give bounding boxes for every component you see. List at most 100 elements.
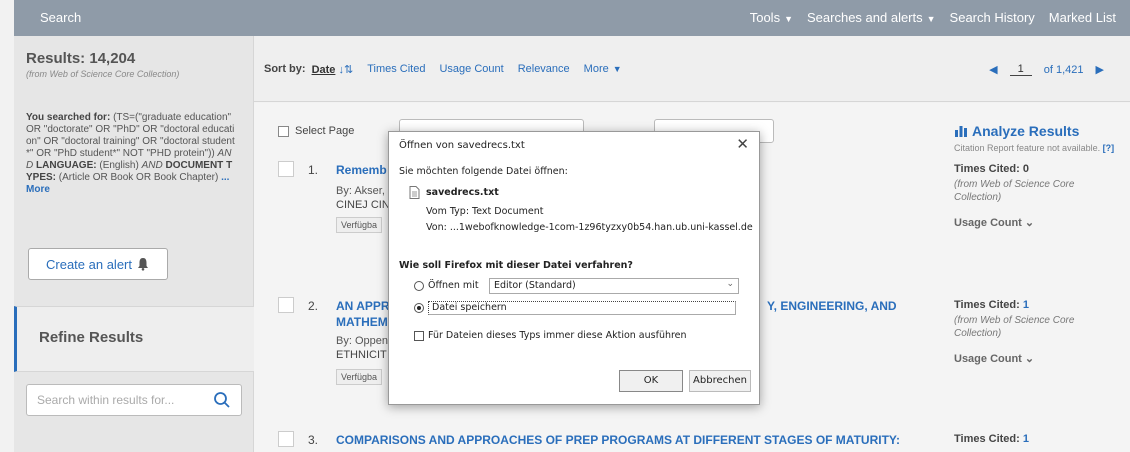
chevron-down-icon: ⌄ (1024, 353, 1035, 365)
times-cited-value: 0 (1022, 163, 1029, 175)
help-link[interactable]: [?] (1103, 143, 1115, 153)
record-title-tail[interactable]: Y, ENGINEERING, AND (767, 299, 897, 313)
sort-usage[interactable]: Usage Count (439, 63, 503, 76)
sort-desc-icon: ↓⇅ (338, 64, 354, 76)
page-total: of 1,421 (1043, 63, 1084, 76)
nav-searches-label: Searches and alerts (807, 10, 923, 25)
nav-tools-label: Tools (749, 10, 781, 25)
caret-down-icon: ▼ (612, 64, 622, 74)
nav-tools[interactable]: Tools ▼ (750, 10, 793, 25)
search-query-summary: You searched for: (TS=("graduate educati… (26, 112, 236, 196)
caret-down-icon: ▼ (784, 14, 793, 24)
pager: ◀ 1 of 1,421 ▶ (989, 63, 1104, 76)
application-selected: Editor (Standard) (494, 280, 576, 291)
sort-label: Sort by: (264, 63, 306, 75)
download-dialog: Öffnen von savedrecs.txt ✕ Sie möchten f… (388, 131, 760, 405)
nav-search[interactable]: Search (40, 10, 81, 25)
times-cited-label: Times Cited: (954, 163, 1020, 175)
search-within-input[interactable]: Search within results for... (26, 384, 242, 416)
save-file-label: Datei speichern (428, 301, 736, 315)
always-action-label: Für Dateien dieses Typs immer diese Akti… (428, 330, 687, 341)
chevron-down-icon: ⌄ (726, 279, 734, 289)
usage-count-toggle[interactable]: Usage Count ⌄ (954, 352, 1124, 365)
record-title[interactable]: Rememb (336, 163, 387, 177)
times-cited-label: Times Cited: (954, 299, 1020, 311)
times-cited-label: Times Cited: (954, 433, 1020, 445)
search-icon[interactable] (213, 391, 231, 409)
record-metrics: Times Cited: 0 (from Web of Science Core… (954, 163, 1124, 229)
open-with-option[interactable]: Öffnen mit (414, 280, 479, 291)
availability-button[interactable]: Verfügba (336, 217, 383, 233)
search-within-placeholder: Search within results for... (37, 393, 175, 407)
sidebar: Results: 14,204 (from Web of Science Cor… (14, 36, 254, 452)
record-number: 2. (308, 299, 319, 313)
nav-marked-list[interactable]: Marked List (1049, 10, 1116, 25)
times-cited-source: (from Web of Science Core Collection) (954, 179, 1075, 203)
close-icon[interactable]: ✕ (736, 135, 749, 153)
file-type: Vom Typ: Text Document (426, 206, 544, 217)
file-source: Von: ...1webofknowledge-1com-1z96tyzxy0b… (426, 222, 753, 233)
create-alert-button[interactable]: Create an alert (28, 248, 168, 280)
results-count: Results: 14,204 (26, 50, 136, 67)
analyze-results: Analyze Results Citation Report feature … (954, 123, 1124, 154)
nav-search-history[interactable]: Search History (950, 10, 1035, 25)
file-name: savedrecs.txt (426, 187, 499, 198)
times-cited-source: (from Web of Science Core Collection) (954, 315, 1075, 339)
save-file-radio[interactable] (414, 303, 424, 313)
save-file-option[interactable]: Datei speichern (414, 301, 736, 315)
sort-times-cited[interactable]: Times Cited (367, 63, 425, 76)
language-value: (English) (99, 160, 139, 171)
dialog-question: Wie soll Firefox mit dieser Datei verfah… (399, 260, 633, 271)
language-label: LANGUAGE: (36, 160, 97, 171)
page-input[interactable]: 1 (1009, 63, 1032, 76)
refine-results[interactable]: Refine Results (14, 306, 254, 372)
file-info: savedrecs.txt (409, 186, 499, 199)
refine-label: Refine Results (39, 329, 144, 346)
bar-chart-icon (955, 126, 967, 137)
dialog-prompt: Sie möchten folgende Datei öffnen: (399, 166, 568, 177)
record-authors: By: Akser, (336, 185, 385, 197)
cancel-button[interactable]: Abbrechen (689, 370, 751, 392)
open-with-radio[interactable] (414, 280, 424, 291)
record-checkbox[interactable] (278, 161, 294, 177)
times-cited-value[interactable]: 1 (1023, 433, 1029, 445)
sort-more-label: More (583, 63, 609, 75)
record-source: ETHNICIT (336, 349, 387, 361)
analyze-results-link[interactable]: Analyze Results (954, 123, 1124, 139)
record-source: CINEJ CIN (336, 199, 390, 211)
record-number: 1. (308, 163, 319, 177)
usage-count-label: Usage Count (954, 353, 1022, 365)
record-metrics: Times Cited: 1 (from Web of Science Core… (954, 299, 1124, 365)
usage-count-label: Usage Count (954, 217, 1022, 229)
select-page-checkbox[interactable] (278, 125, 289, 137)
sort-more[interactable]: More ▼ (584, 63, 622, 76)
next-page-icon[interactable]: ▶ (1096, 63, 1104, 76)
chevron-down-icon: ⌄ (1024, 217, 1035, 229)
document-icon (409, 186, 420, 199)
and-operator: AND (141, 160, 163, 171)
availability-button[interactable]: Verfügba (336, 369, 383, 385)
record-metrics: Times Cited: 1 (954, 433, 1124, 445)
always-action-checkbox[interactable] (414, 330, 424, 341)
application-select[interactable]: Editor (Standard) ⌄ (489, 278, 739, 294)
sort-relevance[interactable]: Relevance (518, 63, 570, 76)
analyze-note: Citation Report feature not available. (954, 143, 1101, 153)
usage-count-toggle[interactable]: Usage Count ⌄ (954, 216, 1124, 229)
create-alert-label: Create an alert (46, 256, 132, 272)
sort-date-label: Date (311, 64, 336, 76)
bell-icon (138, 258, 148, 271)
nav-searches-alerts[interactable]: Searches and alerts ▼ (807, 10, 936, 25)
searched-label: You searched for: (26, 112, 111, 123)
record-checkbox[interactable] (278, 431, 294, 447)
record-authors: By: Oppen (336, 335, 388, 347)
record-checkbox[interactable] (278, 297, 294, 313)
open-with-label: Öffnen mit (428, 280, 479, 291)
times-cited-value[interactable]: 1 (1023, 299, 1029, 311)
always-action-option[interactable]: Für Dateien dieses Typs immer diese Akti… (414, 330, 687, 341)
sort-date[interactable]: Date ↓⇅ (312, 63, 354, 76)
caret-down-icon: ▼ (926, 14, 936, 24)
record-title[interactable]: COMPARISONS AND APPROACHES OF PREP PROGR… (336, 433, 900, 447)
select-page[interactable]: Select Page (278, 125, 354, 137)
prev-page-icon[interactable]: ◀ (989, 63, 997, 76)
ok-button[interactable]: OK (619, 370, 683, 392)
